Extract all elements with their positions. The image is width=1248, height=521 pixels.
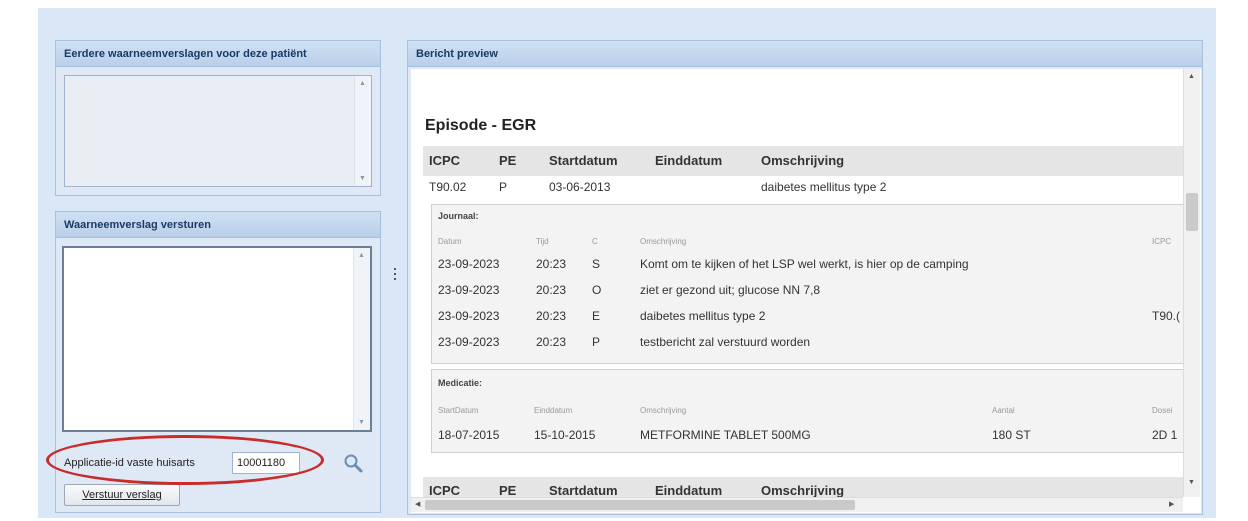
journal-desc: daibetes mellitus type 2 bbox=[640, 309, 766, 323]
journal-time: 20:23 bbox=[536, 283, 567, 297]
col-omschrijving: Omschrijving bbox=[761, 153, 845, 168]
journal-date: 23-09-2023 bbox=[438, 283, 500, 297]
scroll-up-icon[interactable]: ▲ bbox=[1188, 73, 1195, 80]
journal-col-datum: Datum bbox=[438, 237, 462, 246]
col-pe: PE bbox=[499, 153, 517, 168]
journal-time: 20:23 bbox=[536, 309, 567, 323]
episode2-col-pe: PE bbox=[499, 483, 517, 497]
journal-desc: ziet er gezond uit; glucose NN 7,8 bbox=[640, 283, 821, 297]
scroll-right-icon[interactable]: ▶ bbox=[1169, 500, 1174, 508]
medication-start: 18-07-2015 bbox=[438, 428, 500, 442]
journal-col-icpc: ICPC bbox=[1152, 237, 1172, 246]
report-textarea[interactable]: ▲ ▼ bbox=[62, 246, 372, 432]
scroll-down-icon[interactable]: ▼ bbox=[359, 175, 366, 182]
previous-reports-list[interactable]: ▲ ▼ bbox=[64, 75, 372, 187]
journal-col-c: C bbox=[592, 237, 598, 246]
highlight-oval bbox=[46, 435, 324, 485]
splitter-icon[interactable] bbox=[393, 268, 397, 284]
journal-c: P bbox=[592, 335, 601, 349]
journal-date: 23-09-2023 bbox=[438, 257, 500, 271]
episode-icpc: T90.02 bbox=[429, 180, 467, 194]
journal-icpc: T90.( bbox=[1152, 309, 1181, 323]
journal-col-omschrijving: Omschrijving bbox=[640, 237, 687, 246]
medication-col-aantal: Aantal bbox=[992, 406, 1015, 415]
medication-col-omschrijving: Omschrijving bbox=[640, 406, 687, 415]
previous-reports-scrollbar[interactable]: ▲ ▼ bbox=[354, 76, 371, 186]
preview-vscroll-thumb[interactable] bbox=[1186, 193, 1198, 231]
col-icpc: ICPC bbox=[429, 153, 461, 168]
journal-time: 20:23 bbox=[536, 257, 567, 271]
medication-title: Medicatie: bbox=[438, 378, 483, 388]
medication-end: 15-10-2015 bbox=[534, 428, 596, 442]
journal-box: Journaal: Datum Tijd C Omschrijving ICPC… bbox=[431, 204, 1185, 364]
send-report-title: Waarneemverslag versturen bbox=[56, 212, 380, 238]
medication-count: 180 ST bbox=[992, 428, 1031, 442]
preview-hscroll-thumb[interactable] bbox=[425, 500, 855, 510]
journal-desc: testbericht zal verstuurd worden bbox=[640, 335, 811, 349]
journal-c: E bbox=[592, 309, 601, 323]
send-report-button-label: Verstuur verslag bbox=[82, 489, 162, 501]
medication-col-end: Einddatum bbox=[534, 406, 573, 415]
episode2-header: ICPC PE Startdatum Einddatum Omschrijvin… bbox=[423, 477, 1183, 497]
journal-c: O bbox=[592, 283, 602, 297]
episode2-col-startdatum: Startdatum bbox=[549, 483, 618, 497]
journal-date: 23-09-2023 bbox=[438, 335, 500, 349]
scroll-down-icon[interactable]: ▼ bbox=[1188, 479, 1195, 486]
medication-col-start: StartDatum bbox=[438, 406, 479, 415]
journal-date: 23-09-2023 bbox=[438, 309, 500, 323]
episode-row: T90.02 P 03-06-2013 daibetes mellitus ty… bbox=[423, 176, 1183, 200]
episode2-col-icpc: ICPC bbox=[429, 483, 461, 497]
preview-vscrollbar[interactable]: ▲ ▼ bbox=[1183, 69, 1200, 497]
search-button[interactable] bbox=[342, 452, 364, 474]
scroll-down-icon[interactable]: ▼ bbox=[358, 419, 365, 426]
magnifier-icon bbox=[344, 454, 363, 473]
episode-title: Episode - EGR bbox=[425, 117, 537, 134]
col-startdatum: Startdatum bbox=[549, 153, 618, 168]
medication-col-dosering: Dosei bbox=[1152, 406, 1173, 415]
previous-reports-title: Eerdere waarneemverslagen voor deze pati… bbox=[56, 41, 380, 67]
journal-col-tijd: Tijd bbox=[536, 237, 549, 246]
journal-desc: Komt om te kijken of het LSP wel werkt, … bbox=[640, 257, 969, 271]
scroll-up-icon[interactable]: ▲ bbox=[359, 80, 366, 87]
col-einddatum: Einddatum bbox=[655, 153, 723, 168]
preview-content: Episode - EGR ICPC PE Startdatum Einddat… bbox=[411, 69, 1201, 513]
report-textarea-scrollbar[interactable]: ▲ ▼ bbox=[353, 248, 370, 430]
medication-dose: 2D 1 bbox=[1152, 428, 1178, 442]
app-window: Eerdere waarneemverslagen voor deze pati… bbox=[0, 0, 1248, 521]
episode2-col-omschrijving: Omschrijving bbox=[761, 483, 845, 497]
episode-start: 03-06-2013 bbox=[549, 180, 611, 194]
preview-hscrollbar[interactable]: ◀ ▶ bbox=[411, 497, 1183, 512]
episode-desc: daibetes mellitus type 2 bbox=[761, 180, 887, 194]
journal-time: 20:23 bbox=[536, 335, 567, 349]
episode2-col-einddatum: Einddatum bbox=[655, 483, 723, 497]
medication-desc: METFORMINE TABLET 500MG bbox=[640, 428, 811, 442]
previous-reports-panel: Eerdere waarneemverslagen voor deze pati… bbox=[55, 40, 381, 196]
send-report-button[interactable]: Verstuur verslag bbox=[64, 484, 180, 506]
medication-box: Medicatie: StartDatum Einddatum Omschrij… bbox=[431, 369, 1185, 453]
episode-header: ICPC PE Startdatum Einddatum Omschrijvin… bbox=[423, 146, 1183, 176]
scroll-up-icon[interactable]: ▲ bbox=[358, 252, 365, 259]
episode-pe: P bbox=[499, 180, 508, 194]
preview-title: Bericht preview bbox=[408, 41, 1202, 67]
journal-title: Journaal: bbox=[438, 211, 479, 221]
scroll-left-icon[interactable]: ◀ bbox=[415, 500, 420, 508]
journal-c: S bbox=[592, 257, 601, 271]
